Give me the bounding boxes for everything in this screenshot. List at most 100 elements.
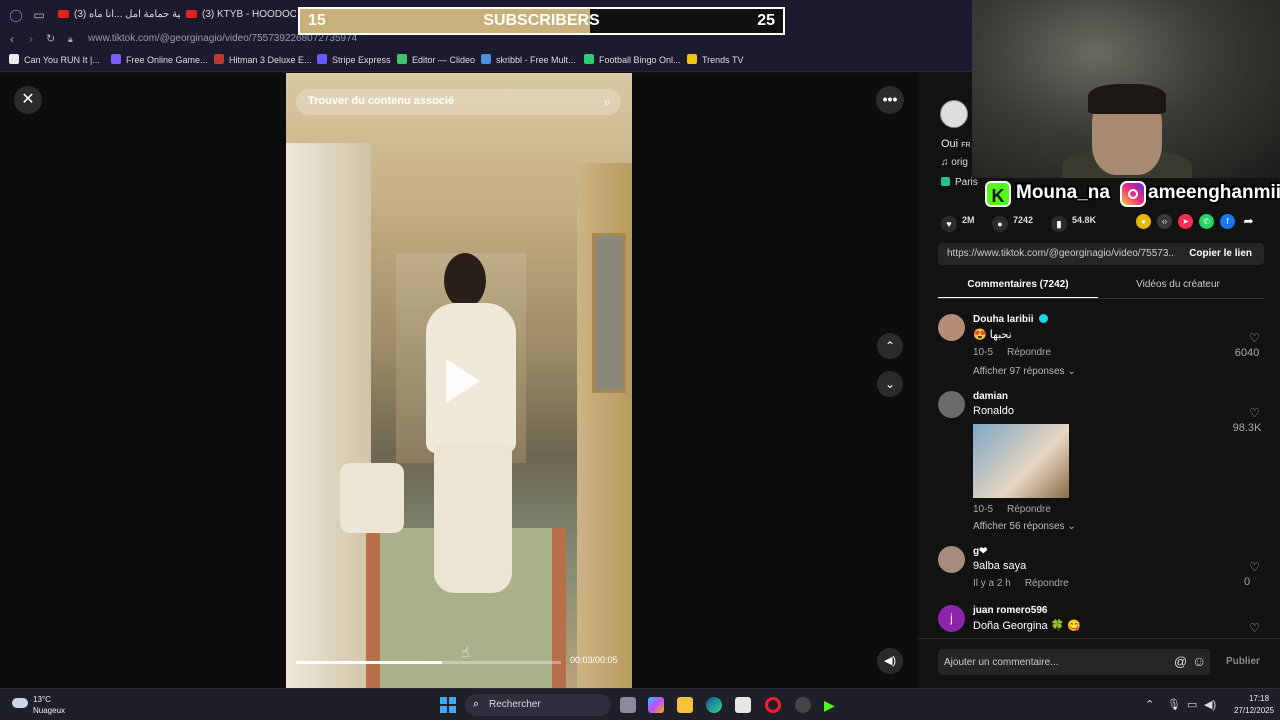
- like-button[interactable]: ♥ 2M: [941, 215, 975, 232]
- cloud-icon[interactable]: [12, 698, 28, 708]
- whatsapp-icon[interactable]: ✆: [1199, 214, 1214, 229]
- bookmark-icon: [687, 54, 697, 64]
- related-search-placeholder: Trouver du contenu associé: [308, 95, 455, 107]
- subscribers-goal: 25: [757, 12, 775, 29]
- youtube-icon: [58, 10, 69, 18]
- taskbar-search[interactable]: ⌕ Rechercher: [465, 694, 611, 716]
- bookmark-hitman[interactable]: Hitman 3 Deluxe E...: [214, 54, 312, 66]
- volume-button[interactable]: ◀︎): [877, 648, 903, 674]
- more-options-button[interactable]: •••: [876, 86, 904, 114]
- avatar[interactable]: j: [938, 605, 965, 632]
- weather-description[interactable]: Nuageux: [33, 706, 65, 715]
- video-frame: [286, 143, 371, 688]
- forward-icon[interactable]: ›: [29, 31, 33, 47]
- comment-user[interactable]: g❤: [973, 546, 988, 557]
- tab-hoodoo[interactable]: (3) KTYB - HOODOO (pr: [186, 6, 296, 24]
- video-link-box: https://www.tiktok.com/@georginagio/vide…: [938, 243, 1264, 265]
- save-button[interactable]: ▮ 54.8K: [1051, 215, 1096, 232]
- video-link[interactable]: https://www.tiktok.com/@georginagio/vide…: [947, 248, 1175, 259]
- copy-link-button[interactable]: Copier le lien: [1189, 248, 1252, 259]
- heart-icon[interactable]: ♡: [1249, 331, 1260, 345]
- bookmark-football-bingo[interactable]: Football Bingo Onl...: [584, 54, 681, 66]
- comment-user[interactable]: Douha laribii: [973, 314, 1048, 325]
- video-description: Oui FR: [941, 138, 971, 150]
- workspaces-icon[interactable]: ▭: [31, 7, 47, 23]
- comment-text: Doña Georgina 🍀 😋: [973, 620, 1082, 632]
- store-icon[interactable]: [735, 697, 751, 713]
- opera-icon[interactable]: [765, 697, 781, 713]
- show-replies-button[interactable]: Afficher 97 réponses ⌄: [973, 366, 1076, 377]
- tab-comments[interactable]: Commentaires (7242): [938, 279, 1098, 299]
- tab-song[interactable]: (3) اغنية حمامة امل ...انا ماه: [58, 6, 180, 24]
- bookmark-icon: [317, 54, 327, 64]
- related-search-bar[interactable]: Trouver du contenu associé ⌕: [296, 89, 621, 115]
- tray-chevron-icon[interactable]: ⌃: [1145, 698, 1154, 711]
- reply-button[interactable]: Répondre: [1025, 578, 1069, 589]
- heart-icon[interactable]: ♡: [1249, 621, 1260, 635]
- network-icon[interactable]: ▭: [1187, 698, 1197, 711]
- subscribers-label: SUBSCRIBERS: [483, 12, 600, 29]
- close-button[interactable]: ✕: [14, 86, 42, 114]
- bookmark-can-you-run-it[interactable]: Can You RUN It |...: [9, 54, 100, 66]
- clock-time[interactable]: 17:18: [1249, 694, 1269, 703]
- bookmark-icon: [397, 54, 407, 64]
- reply-button[interactable]: Répondre: [1007, 347, 1051, 358]
- show-replies-button[interactable]: Afficher 56 réponses ⌄: [973, 521, 1076, 532]
- copilot-icon[interactable]: [648, 697, 664, 713]
- tab-creator-videos[interactable]: Vidéos du créateur: [1098, 279, 1258, 290]
- bookmark-stripe-express[interactable]: Stripe Express: [317, 54, 391, 66]
- microphone-icon[interactable]: 🎙︎: [1167, 698, 1181, 711]
- avatar[interactable]: [938, 314, 965, 341]
- comment-user[interactable]: juan romero596: [973, 605, 1047, 616]
- comment-button[interactable]: ● 7242: [992, 215, 1033, 232]
- share-icon[interactable]: ➦: [1241, 214, 1256, 229]
- bookmark-free-online-games[interactable]: Free Online Game...: [111, 54, 208, 66]
- comment-input[interactable]: [944, 653, 1164, 671]
- video-progress-bar[interactable]: [296, 661, 561, 664]
- edge-icon[interactable]: [706, 697, 722, 713]
- reload-icon[interactable]: ↻: [46, 31, 55, 47]
- comment-image[interactable]: [973, 424, 1069, 498]
- previous-video-button[interactable]: ⌃: [877, 333, 903, 359]
- opera-gx-icon[interactable]: [795, 697, 811, 713]
- weather-temperature[interactable]: 13°C: [33, 695, 51, 704]
- taskbar-search-label: Rechercher: [489, 699, 541, 710]
- task-view-icon[interactable]: [620, 697, 636, 713]
- back-icon[interactable]: ‹: [10, 31, 14, 47]
- bookmark-clideo[interactable]: Editor — Clideo: [397, 54, 475, 66]
- location-info[interactable]: Paris: [941, 177, 978, 188]
- comment-user[interactable]: damian: [973, 391, 1008, 402]
- avatar[interactable]: [938, 391, 965, 418]
- video-frame: [434, 443, 512, 593]
- reply-button[interactable]: Répondre: [1007, 504, 1051, 515]
- video-player[interactable]: Trouver du contenu associé ⌕ 00:03/00:05: [286, 73, 632, 688]
- play-icon[interactable]: [446, 359, 480, 403]
- embed-icon[interactable]: ‹›: [1157, 214, 1172, 229]
- next-video-button[interactable]: ⌄: [877, 371, 903, 397]
- speaker-icon[interactable]: ◀︎): [1204, 698, 1216, 711]
- emoji-icon[interactable]: ☺: [1192, 653, 1206, 669]
- description-tag: FR: [961, 142, 971, 149]
- kick-handle: Mouna_na: [1016, 182, 1110, 203]
- mention-icon[interactable]: @: [1174, 654, 1187, 669]
- avatar[interactable]: [938, 546, 965, 573]
- comment-icon: ●: [992, 216, 1008, 232]
- search-icon[interactable]: ⌕: [604, 94, 611, 110]
- kick-app-icon[interactable]: ▶: [824, 697, 840, 713]
- music-info[interactable]: ♫ orig: [941, 157, 968, 168]
- publish-button[interactable]: Publier: [1226, 656, 1260, 667]
- start-button[interactable]: [440, 697, 456, 713]
- bookmark-trends-tv[interactable]: Trends TV: [687, 54, 744, 66]
- heart-icon[interactable]: ♡: [1249, 560, 1260, 574]
- facebook-icon[interactable]: f: [1220, 214, 1235, 229]
- video-frame: [340, 253, 526, 673]
- bookmark-skribbl[interactable]: skribbl - Free Mult...: [481, 54, 576, 66]
- creator-avatar[interactable]: [940, 100, 968, 128]
- send-icon[interactable]: ➤: [1178, 214, 1193, 229]
- coin-icon[interactable]: ●: [1136, 214, 1151, 229]
- comment-meta: 10-5 Répondre: [973, 504, 1051, 515]
- opera-logo-icon[interactable]: ◯: [8, 7, 24, 23]
- clock-date[interactable]: 27/12/2025: [1234, 706, 1274, 715]
- heart-icon[interactable]: ♡: [1249, 406, 1260, 420]
- file-explorer-icon[interactable]: [677, 697, 693, 713]
